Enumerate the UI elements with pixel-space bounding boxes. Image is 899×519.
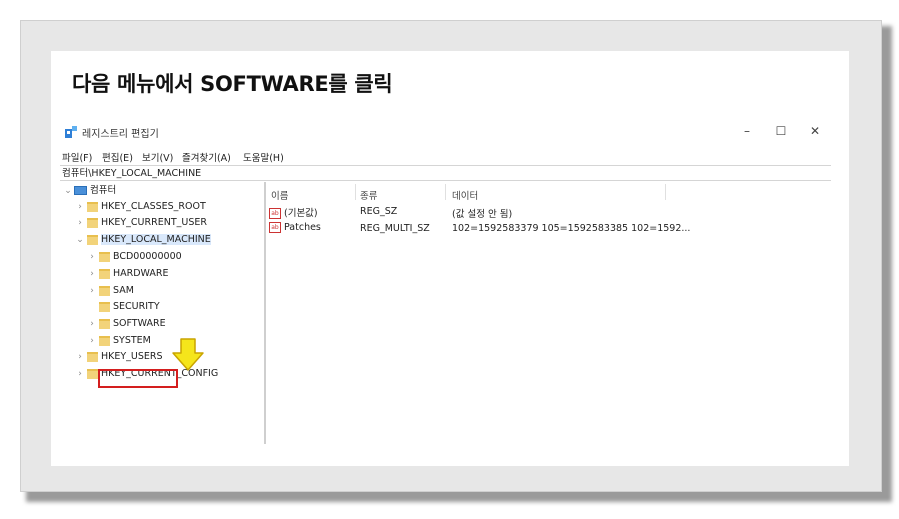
chevron-down-icon[interactable]: ⌄ <box>75 232 85 248</box>
tree-item-hkey-classes-root[interactable]: › HKEY_CLASSES_ROOT <box>75 199 206 215</box>
folder-icon <box>87 351 98 362</box>
tree-item-security[interactable]: SECURITY <box>87 299 160 315</box>
value-row[interactable]: ab (기본값) <box>269 205 318 219</box>
menu-file[interactable]: 파일(F) <box>62 150 92 164</box>
value-name: Patches <box>284 222 321 233</box>
values-pane: 이름 종류 데이터 ab (기본값) REG_SZ (값 설정 안 됨) ab Pa… <box>267 182 831 444</box>
chevron-right-icon[interactable]: › <box>87 266 97 282</box>
instruction-heading: 다음 메뉴에서 SOFTWARE를 클릭 <box>72 72 393 96</box>
folder-icon <box>99 318 110 329</box>
chevron-right-icon[interactable]: › <box>75 366 85 382</box>
value-type: REG_MULTI_SZ <box>360 223 430 234</box>
tree-item-hkey-local-machine[interactable]: ⌄ HKEY_LOCAL_MACHINE <box>75 232 211 248</box>
column-header-name[interactable]: 이름 <box>271 188 288 202</box>
chevron-right-icon[interactable]: › <box>75 349 85 365</box>
address-bar[interactable]: 컴퓨터\HKEY_LOCAL_MACHINE <box>60 165 831 181</box>
regedit-window: 레지스트리 편집기 – ☐ ✕ 파일(F) 편집(E) 보기(V) 즐겨찾기(A… <box>60 117 831 462</box>
tree-item-label: SYSTEM <box>113 335 151 346</box>
folder-icon <box>87 217 98 228</box>
software-highlight-box <box>98 369 178 388</box>
chevron-right-icon[interactable]: › <box>75 215 85 231</box>
maximize-button[interactable]: ☐ <box>771 121 791 141</box>
close-button[interactable]: ✕ <box>805 121 825 141</box>
folder-icon <box>87 201 98 212</box>
folder-icon <box>87 368 98 379</box>
tree-item-label: HKEY_USERS <box>101 351 163 362</box>
column-header-type[interactable]: 종류 <box>360 188 377 202</box>
value-row[interactable]: ab Patches <box>269 222 321 233</box>
tree-item-label: HKEY_CLASSES_ROOT <box>101 201 206 212</box>
menu-bar: 파일(F) 편집(E) 보기(V) 즐겨찾기(A) 도움말(H) <box>60 147 831 165</box>
value-name: (기본값) <box>284 208 318 219</box>
window-title: 레지스트리 편집기 <box>82 129 159 140</box>
tree-root-label: 컴퓨터 <box>90 185 117 196</box>
folder-icon <box>99 268 110 279</box>
chevron-right-icon[interactable]: › <box>87 283 97 299</box>
chevron-right-icon[interactable]: › <box>87 249 97 265</box>
tree-item-label: SOFTWARE <box>113 318 166 329</box>
tree-item-label: SAM <box>113 285 134 296</box>
ab-string-icon: ab <box>269 222 281 233</box>
minimize-button[interactable]: – <box>737 121 757 141</box>
tree-item-hardware[interactable]: › HARDWARE <box>87 266 169 282</box>
folder-icon <box>99 285 110 296</box>
chevron-down-icon[interactable]: ⌄ <box>63 183 73 199</box>
regedit-icon <box>65 126 77 138</box>
chevron-right-icon[interactable]: › <box>87 316 97 332</box>
menu-view[interactable]: 보기(V) <box>142 150 173 164</box>
tree-item-label: SECURITY <box>113 301 160 312</box>
chevron-right-icon[interactable]: › <box>75 199 85 215</box>
value-type: REG_SZ <box>360 206 398 217</box>
folder-icon <box>99 301 110 312</box>
menu-favorites[interactable]: 즐겨찾기(A) <box>182 150 231 164</box>
tree-pane: ⌄ 컴퓨터 › HKEY_CLASSES_ROOT › HKEY_CURRENT_US… <box>61 182 266 444</box>
tree-item-label: HARDWARE <box>113 268 169 279</box>
folder-icon <box>99 251 110 262</box>
tutorial-card: 다음 메뉴에서 SOFTWARE를 클릭 레지스트리 편집기 – ☐ ✕ 파일(… <box>51 51 849 466</box>
column-divider[interactable] <box>445 184 446 200</box>
tree-item-hkey-current-user[interactable]: › HKEY_CURRENT_USER <box>75 215 207 231</box>
column-divider[interactable] <box>665 184 666 200</box>
menu-help[interactable]: 도움말(H) <box>243 150 284 164</box>
down-arrow-icon <box>172 338 204 371</box>
column-header-data[interactable]: 데이터 <box>452 188 478 202</box>
tree-root[interactable]: ⌄ 컴퓨터 <box>63 183 116 199</box>
chevron-right-icon[interactable]: › <box>87 333 97 349</box>
tree-item-sam[interactable]: › SAM <box>87 283 134 299</box>
ab-string-icon: ab <box>269 208 281 219</box>
tree-item-hkey-users[interactable]: › HKEY_USERS <box>75 349 163 365</box>
tree-item-software[interactable]: › SOFTWARE <box>87 316 166 332</box>
folder-icon <box>99 335 110 346</box>
folder-icon <box>87 234 98 245</box>
tree-item-label: HKEY_CURRENT_USER <box>101 217 207 228</box>
value-data: 102=1592583379 105=1592583385 102=1592..… <box>452 223 691 234</box>
tree-item-label: BCD00000000 <box>113 251 182 262</box>
value-data: (값 설정 안 됨) <box>452 209 513 220</box>
tree-item-label: HKEY_LOCAL_MACHINE <box>101 234 211 245</box>
menu-edit[interactable]: 편집(E) <box>102 150 133 164</box>
computer-icon <box>74 186 87 195</box>
title-bar: 레지스트리 편집기 – ☐ ✕ <box>60 117 831 147</box>
tree-item-system[interactable]: › SYSTEM <box>87 333 151 349</box>
tree-item-bcd[interactable]: › BCD00000000 <box>87 249 182 265</box>
column-divider[interactable] <box>355 184 356 200</box>
